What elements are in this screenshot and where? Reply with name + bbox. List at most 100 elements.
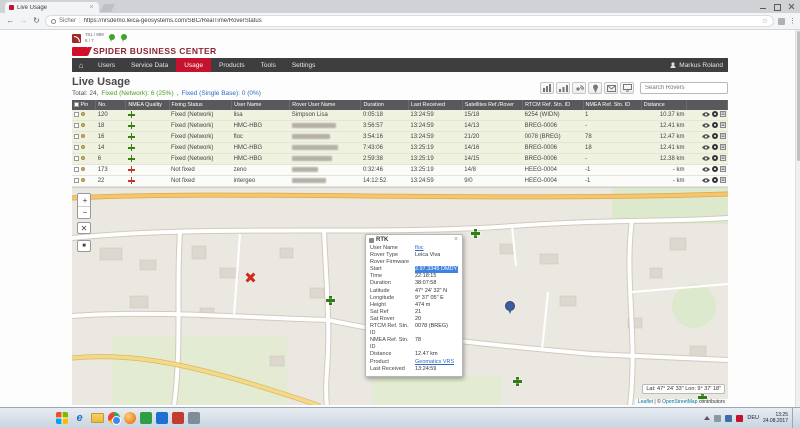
tab-close-icon[interactable]: [88, 4, 95, 11]
view-icon[interactable]: [702, 112, 710, 119]
browser-menu-icon[interactable]: [789, 17, 794, 25]
pin-icon[interactable]: [588, 82, 602, 94]
table-row[interactable]: 18Fixed (Network)HMC-HBG3:56:5713:24:591…: [72, 121, 728, 132]
app-red-taskbar-icon[interactable]: [172, 412, 184, 424]
info-icon[interactable]: [712, 166, 718, 174]
url-field[interactable]: Sicher | https://nrsdemo.leica-geosystem…: [45, 15, 774, 27]
nav-item-users[interactable]: Users: [90, 58, 123, 72]
column-header-pin[interactable]: Pin: [72, 100, 96, 110]
column-header-user-name[interactable]: User Name: [232, 100, 290, 110]
row-checkbox[interactable]: [74, 145, 79, 150]
column-header-satellites-ref-rover[interactable]: Satellites Ref./Rover: [462, 100, 522, 110]
chrome-taskbar-icon[interactable]: [108, 412, 120, 424]
row-checkbox[interactable]: [74, 167, 79, 172]
nav-user[interactable]: Markus Roland: [670, 58, 728, 72]
nav-item-tools[interactable]: Tools: [253, 58, 284, 72]
app-grey-taskbar-icon[interactable]: [188, 412, 200, 424]
satellite-icon[interactable]: [572, 82, 586, 94]
row-checkbox[interactable]: [74, 123, 79, 128]
table-row[interactable]: 173Not fixedzeno0:32:4613:25:1914/8HEEG-…: [72, 165, 728, 176]
app-green-taskbar-icon[interactable]: [140, 412, 152, 424]
view-icon[interactable]: [702, 145, 710, 152]
column-header-duration[interactable]: Duration: [361, 100, 408, 110]
details-icon[interactable]: [720, 111, 726, 119]
row-checkbox[interactable]: [74, 112, 79, 117]
column-header-distance[interactable]: Distance: [641, 100, 686, 110]
minimize-icon[interactable]: [760, 3, 767, 10]
screen-icon[interactable]: [620, 82, 634, 94]
home-icon[interactable]: [72, 58, 90, 72]
firefox-taskbar-icon[interactable]: [124, 412, 136, 424]
details-icon[interactable]: [720, 144, 726, 152]
column-header-no-[interactable]: No.: [96, 100, 126, 110]
new-tab-button[interactable]: [100, 4, 115, 12]
show-desktop-button[interactable]: [792, 408, 796, 428]
language-indicator[interactable]: DEU: [747, 415, 759, 421]
column-header-rover-user-name[interactable]: Rover User Name: [290, 100, 361, 110]
app-blue-taskbar-icon[interactable]: [156, 412, 168, 424]
maximize-icon[interactable]: [774, 3, 781, 10]
rover-marker-icon[interactable]: [326, 296, 335, 305]
close-icon[interactable]: [788, 3, 795, 10]
osm-link[interactable]: OpenStreetMap: [662, 399, 697, 405]
map[interactable]: + − ✕ ■ RTK User NameflocRover: [72, 187, 728, 405]
network-tray-icon[interactable]: [714, 415, 721, 422]
forward-icon[interactable]: [19, 17, 28, 25]
browser-tab[interactable]: Live Usage: [5, 2, 99, 13]
page-scrollbar[interactable]: [795, 30, 800, 407]
column-header-rtcm-ref-stn-id[interactable]: RTCM Ref. Stn. ID: [523, 100, 583, 110]
info-icon[interactable]: [712, 122, 718, 130]
view-icon[interactable]: [702, 156, 710, 163]
column-header-fixing-status[interactable]: Fixing Status: [169, 100, 232, 110]
info-icon[interactable]: [712, 111, 718, 119]
table-row[interactable]: 120Fixed (Network)lisaSimpson Lisa0:05:1…: [72, 110, 728, 121]
view-icon[interactable]: [702, 167, 710, 174]
popup-field-value[interactable]: Geomatics VRS: [415, 359, 454, 366]
tray-expand-icon[interactable]: [704, 416, 710, 420]
zoom-out-button[interactable]: −: [78, 206, 91, 218]
leaflet-link[interactable]: Leaflet: [638, 399, 653, 405]
secure-info-icon[interactable]: [51, 19, 56, 24]
volume-tray-icon[interactable]: [725, 415, 732, 422]
bookmark-star-icon[interactable]: [762, 17, 768, 25]
signal-icon[interactable]: [556, 82, 570, 94]
table-row[interactable]: 14Fixed (Network)HMC-HBG7:43:0613:25:191…: [72, 143, 728, 154]
chart-icon[interactable]: [540, 82, 554, 94]
popup-close-icon[interactable]: [453, 237, 459, 243]
browser-ie-taskbar-icon[interactable]: e: [72, 411, 87, 426]
column-header-nmea-ref-stn-id[interactable]: NMEA Ref. Stn. ID: [583, 100, 641, 110]
view-icon[interactable]: [702, 178, 710, 185]
tray-clock[interactable]: 13:25 24.08.2017: [763, 412, 788, 425]
view-icon[interactable]: [702, 123, 710, 130]
extension-icon[interactable]: [778, 18, 785, 25]
details-icon[interactable]: [720, 122, 726, 130]
nav-item-service-data[interactable]: Service Data: [123, 58, 176, 72]
search-rovers-input[interactable]: [640, 82, 728, 94]
mail-icon[interactable]: [604, 82, 618, 94]
details-icon[interactable]: [720, 166, 726, 174]
file-explorer-taskbar-icon[interactable]: [91, 413, 104, 423]
table-row[interactable]: 22Not fixedintergeo14:12:5213:24:599/0HE…: [72, 176, 728, 187]
row-checkbox[interactable]: [74, 178, 79, 183]
start-taskbar-icon[interactable]: [56, 412, 68, 424]
map-close-button[interactable]: ✕: [77, 222, 91, 234]
rover-marker-icon[interactable]: [513, 377, 522, 386]
view-icon[interactable]: [702, 134, 710, 141]
popup-field-value[interactable]: floc: [415, 245, 424, 252]
app-tray-icon[interactable]: [736, 415, 743, 422]
nav-item-settings[interactable]: Settings: [284, 58, 324, 72]
rover-marker-icon[interactable]: [471, 229, 480, 238]
details-icon[interactable]: [720, 133, 726, 141]
row-checkbox[interactable]: [74, 156, 79, 161]
column-header-last-received[interactable]: Last Received: [408, 100, 462, 110]
map-extent-button[interactable]: ■: [77, 240, 91, 252]
nav-item-products[interactable]: Products: [211, 58, 253, 72]
table-row[interactable]: 16Fixed (Network)floc3:54:1613:24:5921/2…: [72, 132, 728, 143]
details-icon[interactable]: [720, 177, 726, 185]
info-icon[interactable]: [712, 133, 718, 141]
details-icon[interactable]: [720, 155, 726, 163]
column-header-nmea-quality[interactable]: NMEA Quality: [126, 100, 169, 110]
back-icon[interactable]: [6, 17, 15, 25]
info-icon[interactable]: [712, 155, 718, 163]
row-checkbox[interactable]: [74, 134, 79, 139]
